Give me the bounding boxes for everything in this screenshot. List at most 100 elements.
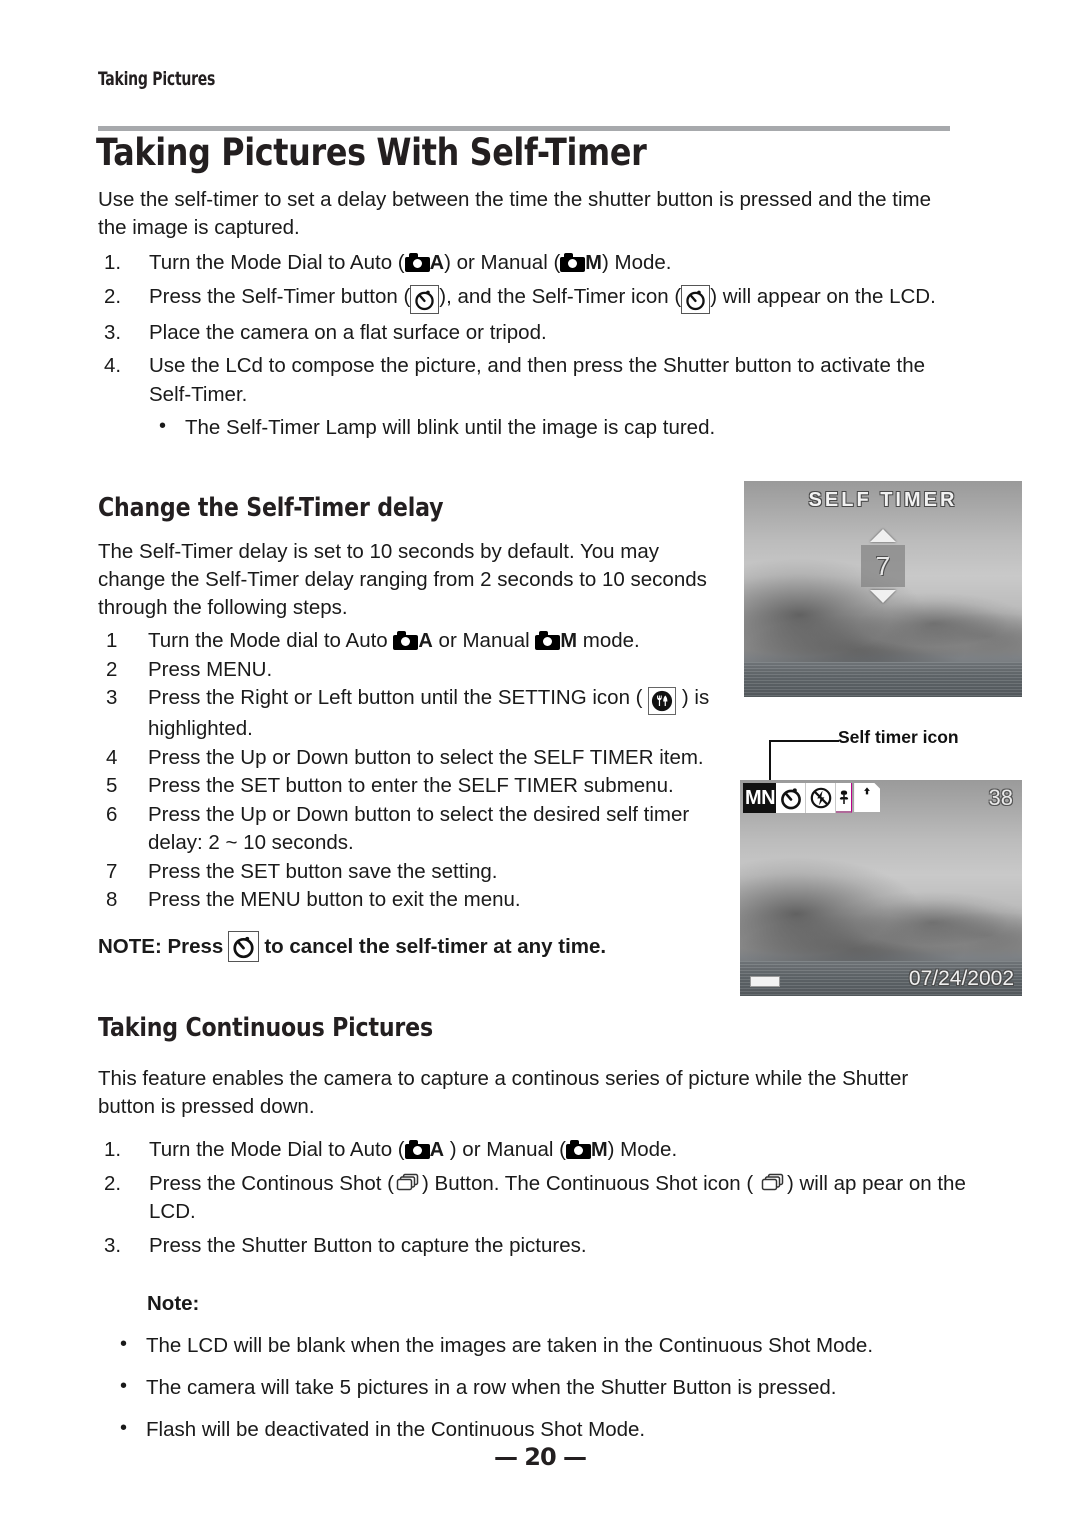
lcd-status-bar: MN [743, 783, 881, 813]
continuous-paragraph: This feature enables the camera to captu… [98, 1067, 909, 1118]
list-item: 7 Press the SET button save the setting. [98, 858, 738, 887]
main-steps-list: 1. Turn the Mode Dial to Auto (A) or Man… [98, 244, 958, 442]
triangle-down-icon[interactable] [870, 590, 896, 603]
running-head: Taking Pictures [98, 68, 216, 90]
step-text: Place the camera on a flat surface or tr… [149, 320, 547, 344]
step-text-mid: or Manual [432, 629, 536, 652]
mode-letter-a: A [429, 1139, 445, 1161]
list-item: 3 Press the Right or Left button until t… [98, 684, 738, 744]
step-number: 6 [106, 802, 118, 826]
list-item: 1 Turn the Mode dial to Auto A or Manual… [98, 627, 738, 656]
mode-indicator: MN [743, 783, 777, 813]
list-item: • The camera will take 5 pictures in a r… [110, 1373, 970, 1402]
continuous-notes-list: • The LCD will be blank when the images … [110, 1331, 970, 1444]
step-number: 5 [106, 774, 118, 797]
self-timer-value: 7 [861, 545, 905, 587]
continuous-shot-icon [394, 1171, 422, 1195]
step-number: 2. [104, 1171, 122, 1195]
step-text: Press the Up or Down button to select th… [148, 802, 690, 855]
mode-letter-m: M [560, 630, 578, 652]
camera-manual-icon [535, 631, 561, 650]
list-item: 1. Turn the Mode Dial to Auto (A) or Man… [98, 249, 958, 278]
triangle-up-icon[interactable] [870, 529, 896, 542]
bullet-dot-icon: • [120, 1417, 128, 1439]
list-item: 6 Press the Up or Down button to select … [98, 801, 738, 858]
step-number: 8 [106, 888, 118, 911]
note-label: Note: [147, 1292, 200, 1315]
step-text-before: Turn the Mode dial to Auto [148, 629, 394, 652]
list-item: 4 Press the Up or Down button to select … [98, 744, 738, 773]
sea-photo [744, 662, 1022, 697]
step-text: Press the Continous Shot ( ) Button. The … [149, 1172, 966, 1224]
camera-manual-icon [565, 1140, 591, 1159]
step-number: 3. [104, 1233, 122, 1257]
self-timer-icon [410, 284, 440, 314]
list-item: 3. Place the camera on a flat surface or… [98, 319, 958, 348]
bullet-dot-icon: • [120, 1333, 128, 1355]
section-heading-continuous: Taking Continuous Pictures [98, 1013, 433, 1043]
mode-letter-m: M [590, 1139, 608, 1161]
list-item: 8 Press the MENU button to exit the menu… [98, 886, 738, 915]
continuous-steps-list: 1. Turn the Mode Dial to Auto (A ) or Ma… [98, 1131, 968, 1260]
step-text-mid: ) or Manual ( [444, 1138, 566, 1161]
list-item: • Flash will be deactivated in the Conti… [110, 1415, 970, 1444]
step-number: 3. [104, 320, 122, 344]
step-text: Press the SET button save the setting. [148, 859, 498, 883]
step-text: Turn the Mode Dial to Auto (A) or Manual… [149, 251, 672, 274]
note-text-after: to cancel the self-timer at any time. [264, 934, 607, 958]
flash-off-icon [806, 783, 837, 813]
step-text: Press the SET button to enter the SELF T… [148, 774, 674, 797]
step-number: 4 [106, 745, 118, 769]
step-number: 4. [104, 354, 122, 377]
shots-remaining-counter: 38 [988, 785, 1013, 810]
bullet-text: The camera will take 5 pictures in a row… [146, 1376, 837, 1399]
self-timer-stepper[interactable]: 7 [861, 529, 905, 603]
step4-sub-bullets: • The Self-Timer Lamp will blink until t… [149, 413, 958, 442]
lcd-preview-screen: MN 38 07/24/2002 [740, 780, 1022, 996]
bullet-text: Flash will be deactivated in the Continu… [146, 1418, 646, 1441]
step-number: 2. [104, 284, 122, 308]
lcd-self-timer-screen: SELF TIMER 7 [744, 481, 1022, 697]
step-number: 1 [106, 629, 118, 652]
intro-paragraph: Use the self-timer to set a delay betwee… [98, 188, 931, 239]
lcd-title: SELF TIMER [808, 489, 958, 511]
step-text-before: Press the Right or Left button until the… [148, 686, 649, 709]
step-text: Press MENU. [148, 657, 273, 681]
bullet-text: The Self-Timer Lamp will blink until the… [185, 416, 716, 439]
step-text-after: ) Mode. [607, 1138, 678, 1161]
list-item: • The Self-Timer Lamp will blink until t… [149, 413, 958, 442]
step-text: Use the LCd to compose the picture, and … [149, 354, 926, 406]
step-number: 7 [106, 859, 118, 883]
step-text: Press the Self-Timer button (), and the … [149, 284, 936, 314]
self-timer-icon [228, 931, 260, 962]
step-text-mid: ) Button. The Continuous Shot icon ( [422, 1171, 759, 1195]
step-text-before: Press the Continous Shot ( [149, 1171, 394, 1195]
bullet-dot-icon: • [120, 1375, 128, 1397]
list-item: 5 Press the SET button to enter the SELF… [98, 772, 738, 801]
list-item: 2. Press the Continous Shot ( ) Button. T… [98, 1170, 968, 1227]
step-text: Press the MENU button to exit the menu. [148, 888, 521, 911]
step-number: 3 [106, 686, 118, 709]
self-timer-icon [776, 783, 807, 813]
list-item: 3. Press the Shutter Button to capture t… [98, 1232, 968, 1261]
bullet-dot-icon: • [159, 415, 167, 437]
battery-icon [750, 976, 780, 987]
delay-steps-list: 1 Turn the Mode dial to Auto A or Manual… [98, 627, 738, 915]
mode-letter-a: A [418, 630, 433, 652]
delay-paragraph: The Self-Timer delay is set to 10 second… [98, 540, 707, 619]
page-title: Taking Pictures With Self-Timer [96, 131, 647, 174]
manual-page: Taking Pictures Taking Pictures With Sel… [0, 0, 1080, 1528]
camera-auto-icon [404, 253, 430, 272]
step-text: Press the Right or Left button until the… [148, 686, 709, 740]
camera-manual-icon [560, 253, 586, 272]
self-timer-note: NOTE: Press to cancel the self-timer at … [98, 931, 606, 962]
continuous-shot-icon [759, 1171, 787, 1195]
section-heading-delay: Change the Self-Timer delay [98, 493, 444, 523]
step-text-after: mode. [577, 629, 640, 652]
callout-label: Self timer icon [838, 727, 959, 747]
step-text: Turn the Mode dial to Auto A or Manual M… [148, 629, 640, 652]
camera-auto-icon [393, 631, 419, 650]
mode-letter-a: A [429, 252, 445, 274]
step-text-before: Turn the Mode Dial to Auto ( [149, 1138, 405, 1161]
list-item: 4. Use the LCd to compose the picture, a… [98, 352, 958, 442]
